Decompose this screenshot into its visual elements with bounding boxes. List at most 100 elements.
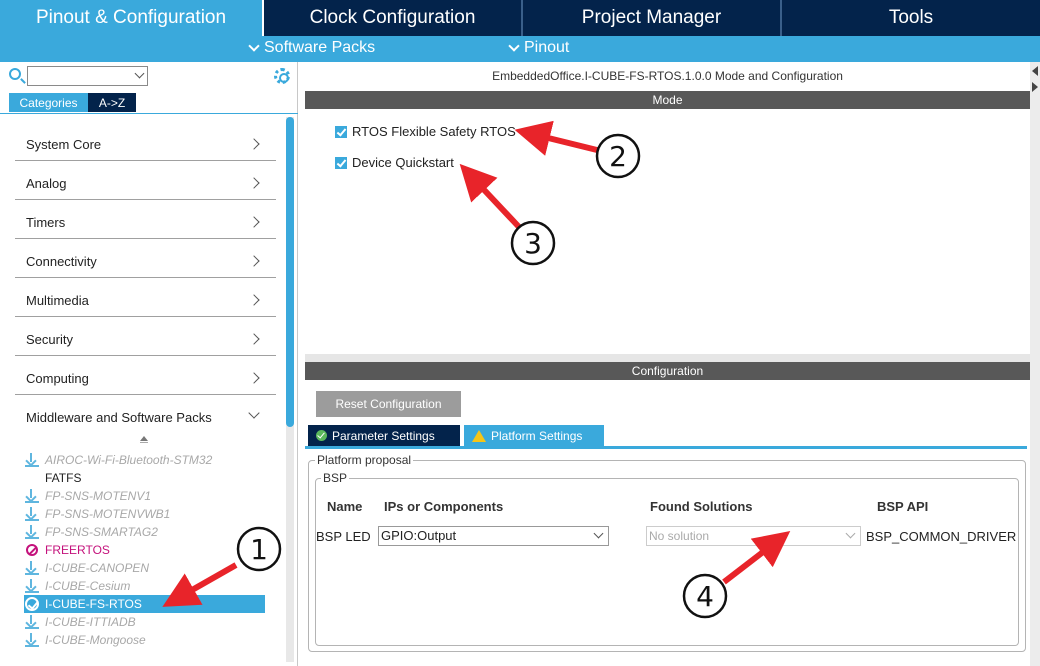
gear-icon[interactable] <box>274 68 290 84</box>
tab-label: Parameter Settings <box>332 428 435 443</box>
reset-configuration-button[interactable]: Reset Configuration <box>316 391 461 417</box>
checkbox-checked[interactable] <box>335 156 347 169</box>
software-packs-menu[interactable]: Software Packs <box>248 39 376 57</box>
sub-menu-bar: Software Packs Pinout <box>0 36 1040 62</box>
category-tabs: Categories A->Z <box>9 93 136 112</box>
found-solutions-select[interactable]: No solution <box>646 526 861 546</box>
category-computing[interactable]: Computing <box>15 356 276 395</box>
chevron-right-icon <box>248 177 260 189</box>
category-list: System Core Analog Timers Connectivity M… <box>15 122 276 434</box>
download-icon <box>25 615 39 629</box>
sort-up-icon[interactable] <box>140 436 148 443</box>
list-item[interactable]: FP-SNS-MOTENV1 <box>25 487 265 505</box>
rtos-option[interactable]: RTOS Flexible Safety RTOS <box>335 124 516 139</box>
scrollbar-thumb[interactable] <box>286 117 294 427</box>
category-label: Computing <box>26 371 89 386</box>
pinout-menu[interactable]: Pinout <box>508 39 570 57</box>
software-packs-label: Software Packs <box>264 39 376 56</box>
categories-panel: Categories A->Z System Core Analog Timer… <box>0 62 298 666</box>
select-value: GPIO:Output <box>381 528 457 543</box>
list-item[interactable]: AIROC-Wi-Fi-Bluetooth-STM32 <box>25 451 265 469</box>
chevron-right-icon <box>248 216 260 228</box>
search-icon[interactable] <box>9 68 21 80</box>
chevron-right-icon <box>248 294 260 306</box>
group-legend: Platform proposal <box>315 453 414 467</box>
splitter[interactable] <box>305 354 1030 362</box>
chevron-down-icon[interactable] <box>134 68 145 79</box>
download-icon <box>25 633 39 647</box>
tab-pinout-configuration[interactable]: Pinout & Configuration <box>0 0 264 36</box>
warning-icon <box>472 429 486 442</box>
category-label: Timers <box>26 215 66 230</box>
category-analog[interactable]: Analog <box>15 161 276 200</box>
tab-platform-settings[interactable]: Platform Settings <box>464 425 604 446</box>
list-item[interactable]: FP-SNS-MOTENVWB1 <box>25 505 265 523</box>
list-item[interactable]: I-CUBE-CANOPEN <box>25 559 265 577</box>
tab-label: Platform Settings <box>491 428 583 443</box>
chevron-down-icon <box>508 39 520 52</box>
category-multimedia[interactable]: Multimedia <box>15 278 276 317</box>
check-circle-icon <box>316 430 327 441</box>
check-circle-icon <box>25 597 39 611</box>
download-icon <box>25 561 39 575</box>
list-item[interactable]: FREERTOS <box>25 541 265 559</box>
download-icon <box>25 579 39 593</box>
category-label: Middleware and Software Packs <box>26 410 212 425</box>
column-header: IPs or Components <box>384 499 504 514</box>
column-header: Name <box>327 499 363 514</box>
blank-icon <box>25 471 39 485</box>
chevron-right-icon <box>248 138 260 150</box>
category-middleware[interactable]: Middleware and Software Packs <box>15 395 276 434</box>
list-item[interactable]: FP-SNS-SMARTAG2 <box>25 523 265 541</box>
tab-tools[interactable]: Tools <box>782 0 1040 36</box>
category-connectivity[interactable]: Connectivity <box>15 239 276 278</box>
configuration-header: Configuration <box>305 362 1030 380</box>
chevron-right-icon <box>248 255 260 267</box>
configuration-tabs: Parameter Settings Platform Settings <box>308 425 604 446</box>
divider <box>0 113 298 114</box>
main-tab-bar: Pinout & Configuration Clock Configurati… <box>0 0 1040 36</box>
chevron-down-icon <box>248 39 260 52</box>
tab-a-to-z[interactable]: A->Z <box>88 93 136 112</box>
ip-component-select[interactable]: GPIO:Output <box>378 526 609 546</box>
mode-configuration-panel: EmbeddedOffice.I-CUBE-FS-RTOS.1.0.0 Mode… <box>305 62 1030 666</box>
list-item[interactable]: I-CUBE-Mongoose <box>25 631 265 649</box>
device-quickstart-option[interactable]: Device Quickstart <box>335 155 454 170</box>
rtos-option-label: RTOS Flexible Safety RTOS <box>352 124 516 139</box>
tab-categories[interactable]: Categories <box>9 93 88 112</box>
list-item[interactable]: I-CUBE-ITTIADB <box>25 613 265 631</box>
category-timers[interactable]: Timers <box>15 200 276 239</box>
group-legend: BSP <box>321 471 350 485</box>
device-quickstart-label: Device Quickstart <box>352 155 454 170</box>
column-header: Found Solutions <box>650 499 753 514</box>
search-input[interactable] <box>27 66 148 86</box>
column-header: BSP API <box>877 499 929 514</box>
tab-parameter-settings[interactable]: Parameter Settings <box>308 425 460 446</box>
list-item[interactable]: FATFS <box>25 469 265 487</box>
software-pack-list: AIROC-Wi-Fi-Bluetooth-STM32 FATFS FP-SNS… <box>24 451 265 649</box>
list-item-selected[interactable]: I-CUBE-FS-RTOS <box>24 595 265 613</box>
category-label: Analog <box>26 176 67 191</box>
list-item[interactable]: I-CUBE-Cesium <box>25 577 265 595</box>
tab-clock-configuration[interactable]: Clock Configuration <box>264 0 523 36</box>
search-row <box>0 62 298 92</box>
tab-project-manager[interactable]: Project Manager <box>523 0 782 36</box>
platform-proposal-group: Platform proposal BSP Name IPs or Compon… <box>308 453 1026 652</box>
ban-icon <box>26 544 38 556</box>
category-label: Connectivity <box>26 254 97 269</box>
arrow-left-icon[interactable] <box>1032 66 1038 76</box>
download-icon <box>25 507 39 521</box>
checkbox-checked[interactable] <box>335 125 347 138</box>
category-label: Security <box>26 332 73 347</box>
category-system-core[interactable]: System Core <box>15 122 276 161</box>
arrow-right-icon[interactable] <box>1032 82 1038 92</box>
chevron-down-icon <box>248 407 260 419</box>
download-icon <box>25 489 39 503</box>
chevron-down-icon <box>593 528 604 539</box>
panel-title: EmbeddedOffice.I-CUBE-FS-RTOS.1.0.0 Mode… <box>492 69 843 83</box>
download-icon <box>25 525 39 539</box>
category-security[interactable]: Security <box>15 317 276 356</box>
pinout-label: Pinout <box>524 39 570 56</box>
download-icon <box>25 453 39 467</box>
chevron-right-icon <box>248 333 260 345</box>
